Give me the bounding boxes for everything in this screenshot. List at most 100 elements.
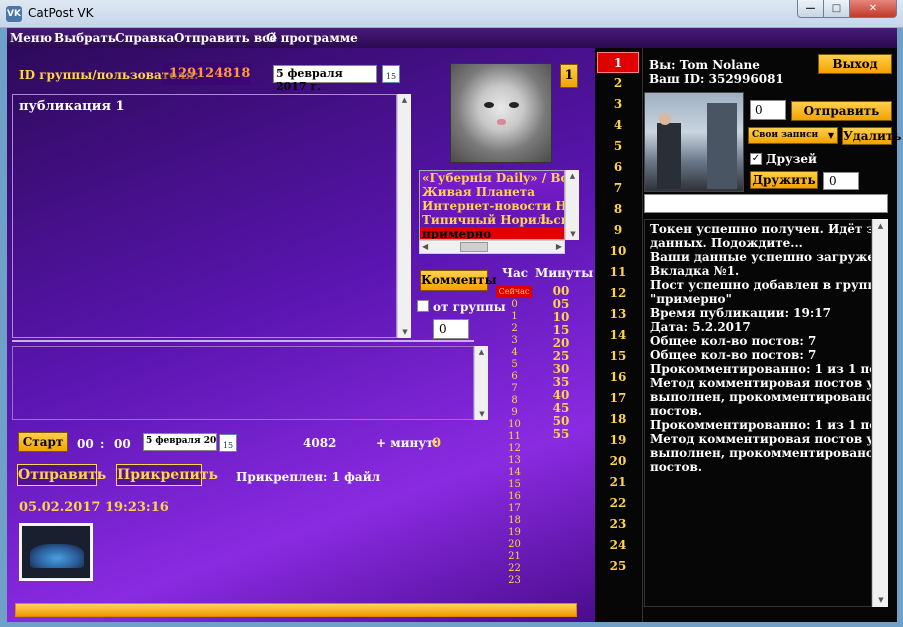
tab-item[interactable]: 11 bbox=[597, 262, 639, 283]
comment-count-field[interactable]: 0 bbox=[433, 319, 469, 339]
befriend-count-field[interactable]: 0 bbox=[823, 172, 859, 190]
hour-item[interactable]: 18 bbox=[502, 515, 527, 527]
tab-item[interactable]: 7 bbox=[597, 178, 639, 199]
tab-item[interactable]: 8 bbox=[597, 199, 639, 220]
hour-item[interactable]: 19 bbox=[502, 527, 527, 539]
tab-item[interactable]: 15 bbox=[597, 346, 639, 367]
start-button[interactable]: Старт bbox=[18, 432, 68, 452]
tab-item[interactable]: 22 bbox=[597, 493, 639, 514]
log-line: Метод комментировая постов успешно bbox=[650, 376, 871, 390]
tab-item[interactable]: 21 bbox=[597, 472, 639, 493]
start-calendar-icon[interactable]: 15 bbox=[219, 434, 237, 452]
exit-button[interactable]: Выход bbox=[818, 54, 892, 74]
start-date-field[interactable]: 5 февраля 2017 bbox=[143, 433, 217, 451]
group-id-field[interactable]: -129124818 bbox=[163, 63, 251, 85]
minimize-button[interactable]: — bbox=[797, 0, 824, 18]
hour-item[interactable]: 23 bbox=[502, 575, 527, 587]
hour-item[interactable]: 0 bbox=[502, 299, 527, 311]
hour-item[interactable]: 16 bbox=[502, 491, 527, 503]
group-list-vscrollbar[interactable]: ▲ ▼ bbox=[565, 170, 579, 240]
tab-item[interactable]: 13 bbox=[597, 304, 639, 325]
group-list-hscrollbar[interactable]: ◀ ▶ bbox=[419, 240, 565, 254]
minutes-list[interactable]: 00 05 10 15 20 25 30 35 40 45 50 55 bbox=[547, 285, 575, 441]
close-button[interactable]: ✕ bbox=[849, 0, 897, 18]
tab-item[interactable]: 3 bbox=[597, 94, 639, 115]
menu-item-about[interactable]: О программе bbox=[266, 31, 358, 45]
attached-image-thumbnail[interactable] bbox=[21, 525, 91, 579]
list-item-selected[interactable]: примерно bbox=[420, 227, 564, 239]
tab-item[interactable]: 20 bbox=[597, 451, 639, 472]
start-hour[interactable]: 00 bbox=[77, 437, 94, 451]
menu-item-menu[interactable]: Меню bbox=[10, 31, 52, 45]
tab-item[interactable]: 24 bbox=[597, 535, 639, 556]
hour-item[interactable]: 6 bbox=[502, 371, 527, 383]
send-button[interactable]: Отправить bbox=[17, 464, 106, 486]
hour-item[interactable]: 13 bbox=[502, 455, 527, 467]
hour-item[interactable]: 15 bbox=[502, 479, 527, 491]
tab-item[interactable]: 16 bbox=[597, 367, 639, 388]
publish-date-field[interactable]: 5 февраля 2017 г. bbox=[273, 65, 377, 93]
list-item[interactable]: «Губернія Daily» / Всё, о чём bbox=[420, 171, 564, 185]
hour-item[interactable]: 4 bbox=[502, 347, 527, 359]
hour-item[interactable]: 20 bbox=[502, 539, 527, 551]
hours-list[interactable]: 0 1 2 3 4 5 6 7 8 9 10 11 12 13 14 15 16… bbox=[502, 299, 527, 587]
plus-minutes-value[interactable]: 0 bbox=[432, 436, 441, 451]
post-text-scrollbar[interactable]: ▲ ▼ bbox=[397, 94, 411, 338]
status-field[interactable] bbox=[644, 194, 888, 213]
hour-item[interactable]: 17 bbox=[502, 503, 527, 515]
tab-item[interactable]: 6 bbox=[597, 157, 639, 178]
tab-item[interactable]: 25 bbox=[597, 556, 639, 577]
log-area[interactable]: Токен успешно получен. Идёт загрузка дан… bbox=[644, 219, 872, 607]
hour-item[interactable]: 8 bbox=[502, 395, 527, 407]
hour-item[interactable]: 1 bbox=[502, 311, 527, 323]
hour-item[interactable]: 11 bbox=[502, 431, 527, 443]
tab-item[interactable]: 19 bbox=[597, 430, 639, 451]
from-group-checkbox[interactable] bbox=[417, 300, 429, 312]
start-minute[interactable]: 00 bbox=[114, 437, 131, 451]
menu-item-send-all[interactable]: Отправить всё bbox=[174, 31, 277, 45]
comment-text-scrollbar[interactable]: ▲ ▼ bbox=[474, 346, 488, 420]
hour-item[interactable]: 12 bbox=[502, 443, 527, 455]
list-item[interactable]: Интернет-новости Норильска bbox=[420, 199, 564, 213]
hour-item[interactable]: 21 bbox=[502, 551, 527, 563]
tab-item[interactable]: 2 bbox=[597, 73, 639, 94]
log-scrollbar[interactable]: ▲ ▼ bbox=[872, 219, 888, 607]
hour-item[interactable]: 2 bbox=[502, 323, 527, 335]
send-count-field[interactable]: 0 bbox=[750, 100, 786, 120]
hour-item[interactable]: 22 bbox=[502, 563, 527, 575]
maximize-button[interactable]: □ bbox=[823, 0, 850, 18]
hour-item[interactable]: 7 bbox=[502, 383, 527, 395]
delete-button[interactable]: Удалить bbox=[842, 127, 901, 145]
tab-item[interactable]: 5 bbox=[597, 136, 639, 157]
attach-button[interactable]: Прикрепить bbox=[116, 464, 218, 486]
tab-item[interactable]: 12 bbox=[597, 283, 639, 304]
menu-item-help[interactable]: Справка bbox=[115, 31, 174, 45]
minute-item[interactable]: 55 bbox=[547, 428, 575, 441]
menu-item-select[interactable]: Выбрать bbox=[54, 31, 116, 45]
comment-text-area[interactable] bbox=[12, 346, 474, 420]
hour-item[interactable]: 3 bbox=[502, 335, 527, 347]
comments-button[interactable]: Комменты bbox=[420, 270, 497, 291]
hour-item[interactable]: 5 bbox=[502, 359, 527, 371]
send-all-button[interactable]: Отправить все bbox=[791, 101, 892, 136]
friends-checkbox[interactable]: ✓ bbox=[750, 153, 762, 165]
tab-item[interactable]: 17 bbox=[597, 388, 639, 409]
hour-item[interactable]: 10 bbox=[502, 419, 527, 431]
tab-item[interactable]: 14 bbox=[597, 325, 639, 346]
now-button[interactable]: Сейчас bbox=[496, 286, 532, 298]
befriend-button[interactable]: Дружить bbox=[750, 171, 818, 189]
group-avatar bbox=[450, 63, 552, 163]
tab-item[interactable]: 23 bbox=[597, 514, 639, 535]
tab-item[interactable]: 4 bbox=[597, 115, 639, 136]
hour-item[interactable]: 9 bbox=[502, 407, 527, 419]
post-text-area[interactable]: публикация 1 bbox=[12, 94, 397, 338]
tab-item-active[interactable]: 1 bbox=[597, 52, 639, 73]
group-list[interactable]: «Губернія Daily» / Всё, о чём Живая План… bbox=[419, 170, 565, 240]
hour-item[interactable]: 14 bbox=[502, 467, 527, 479]
calendar-icon[interactable]: 15 bbox=[382, 65, 400, 83]
tab-item[interactable]: 10 bbox=[597, 241, 639, 262]
records-select[interactable]: Свои записи ▼ bbox=[748, 127, 838, 144]
list-item[interactable]: Живая Планета bbox=[420, 185, 564, 199]
tab-item[interactable]: 18 bbox=[597, 409, 639, 430]
tab-item[interactable]: 9 bbox=[597, 220, 639, 241]
